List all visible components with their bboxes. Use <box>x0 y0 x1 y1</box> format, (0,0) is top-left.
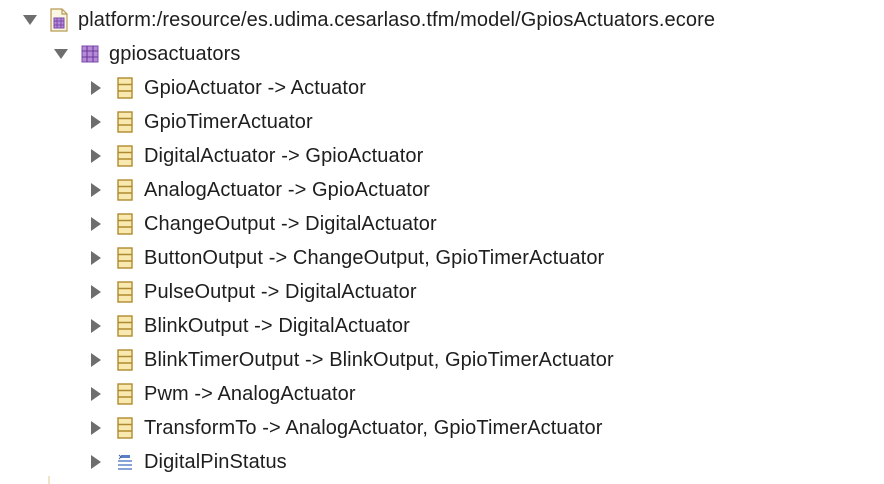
chevron-right-icon[interactable] <box>88 80 104 96</box>
chevron-right-icon[interactable] <box>88 148 104 164</box>
tree-row-eclass[interactable]: TransformTo -> AnalogActuator, GpioTimer… <box>88 411 603 445</box>
eclass-label: BlinkOutput -> DigitalActuator <box>144 315 410 337</box>
tree-row-eclass[interactable]: ButtonOutput -> ChangeOutput, GpioTimerA… <box>88 241 604 275</box>
chevron-right-icon[interactable] <box>88 250 104 266</box>
eclass-icon <box>114 315 136 337</box>
eclass-label: BlinkTimerOutput -> BlinkOutput, GpioTim… <box>144 349 614 371</box>
chevron-right-icon[interactable] <box>88 318 104 334</box>
eclass-label: Pwm -> AnalogActuator <box>144 383 356 405</box>
chevron-right-icon[interactable] <box>88 182 104 198</box>
tree-row-eclass[interactable]: GpioTimerActuator <box>88 105 313 139</box>
eenum-icon <box>114 451 136 473</box>
eclass-icon <box>114 145 136 167</box>
tree-row-eclass[interactable]: GpioActuator -> Actuator <box>88 71 366 105</box>
tree-row-package[interactable]: gpiosactuators <box>53 37 240 71</box>
chevron-right-icon[interactable] <box>88 352 104 368</box>
eclass-label: PulseOutput -> DigitalActuator <box>144 281 417 303</box>
tree-row-eclass[interactable]: Pwm -> AnalogActuator <box>88 377 356 411</box>
eclass-icon <box>114 281 136 303</box>
tree-row-eenum[interactable]: DigitalPinStatus <box>88 445 287 479</box>
chevron-down-icon[interactable] <box>53 46 69 62</box>
chevron-right-icon[interactable] <box>88 454 104 470</box>
tree-row-eclass[interactable]: DigitalActuator -> GpioActuator <box>88 139 423 173</box>
eclass-label: DigitalActuator -> GpioActuator <box>144 145 424 167</box>
tree-row-eclass[interactable]: AnalogActuator -> GpioActuator <box>88 173 430 207</box>
chevron-right-icon[interactable] <box>88 284 104 300</box>
eclass-icon <box>114 417 136 439</box>
eclass-icon <box>114 77 136 99</box>
ecore-resource-icon <box>48 8 70 32</box>
package-label: gpiosactuators <box>109 43 241 65</box>
eclass-icon <box>114 349 136 371</box>
tree-row-resource[interactable]: platform:/resource/es.udima.cesarlaso.tf… <box>22 3 715 37</box>
eclass-icon <box>114 383 136 405</box>
eclass-icon <box>114 247 136 269</box>
chevron-right-icon[interactable] <box>88 216 104 232</box>
eclass-label: ChangeOutput -> DigitalActuator <box>144 213 437 235</box>
chevron-down-icon[interactable] <box>22 12 38 28</box>
eclass-label: ButtonOutput -> ChangeOutput, GpioTimerA… <box>144 247 605 269</box>
tree-row-eclass[interactable]: PulseOutput -> DigitalActuator <box>88 275 417 309</box>
epackage-icon <box>79 43 101 65</box>
tree-guide-line <box>48 476 50 484</box>
eclass-icon <box>114 213 136 235</box>
eclass-icon <box>114 179 136 201</box>
chevron-right-icon[interactable] <box>88 114 104 130</box>
eclass-label: AnalogActuator -> GpioActuator <box>144 179 430 201</box>
chevron-right-icon[interactable] <box>88 420 104 436</box>
eclass-label: GpioTimerActuator <box>144 111 313 133</box>
chevron-right-icon[interactable] <box>88 386 104 402</box>
resource-label: platform:/resource/es.udima.cesarlaso.tf… <box>78 9 716 31</box>
eenum-label: DigitalPinStatus <box>144 451 287 473</box>
tree-row-eclass[interactable]: BlinkTimerOutput -> BlinkOutput, GpioTim… <box>88 343 614 377</box>
eclass-icon <box>114 111 136 133</box>
tree-row-eclass[interactable]: BlinkOutput -> DigitalActuator <box>88 309 410 343</box>
eclass-label: TransformTo -> AnalogActuator, GpioTimer… <box>144 417 603 439</box>
tree-row-eclass[interactable]: ChangeOutput -> DigitalActuator <box>88 207 437 241</box>
eclass-label: GpioActuator -> Actuator <box>144 77 366 99</box>
ecore-tree-view: platform:/resource/es.udima.cesarlaso.tf… <box>0 0 884 484</box>
